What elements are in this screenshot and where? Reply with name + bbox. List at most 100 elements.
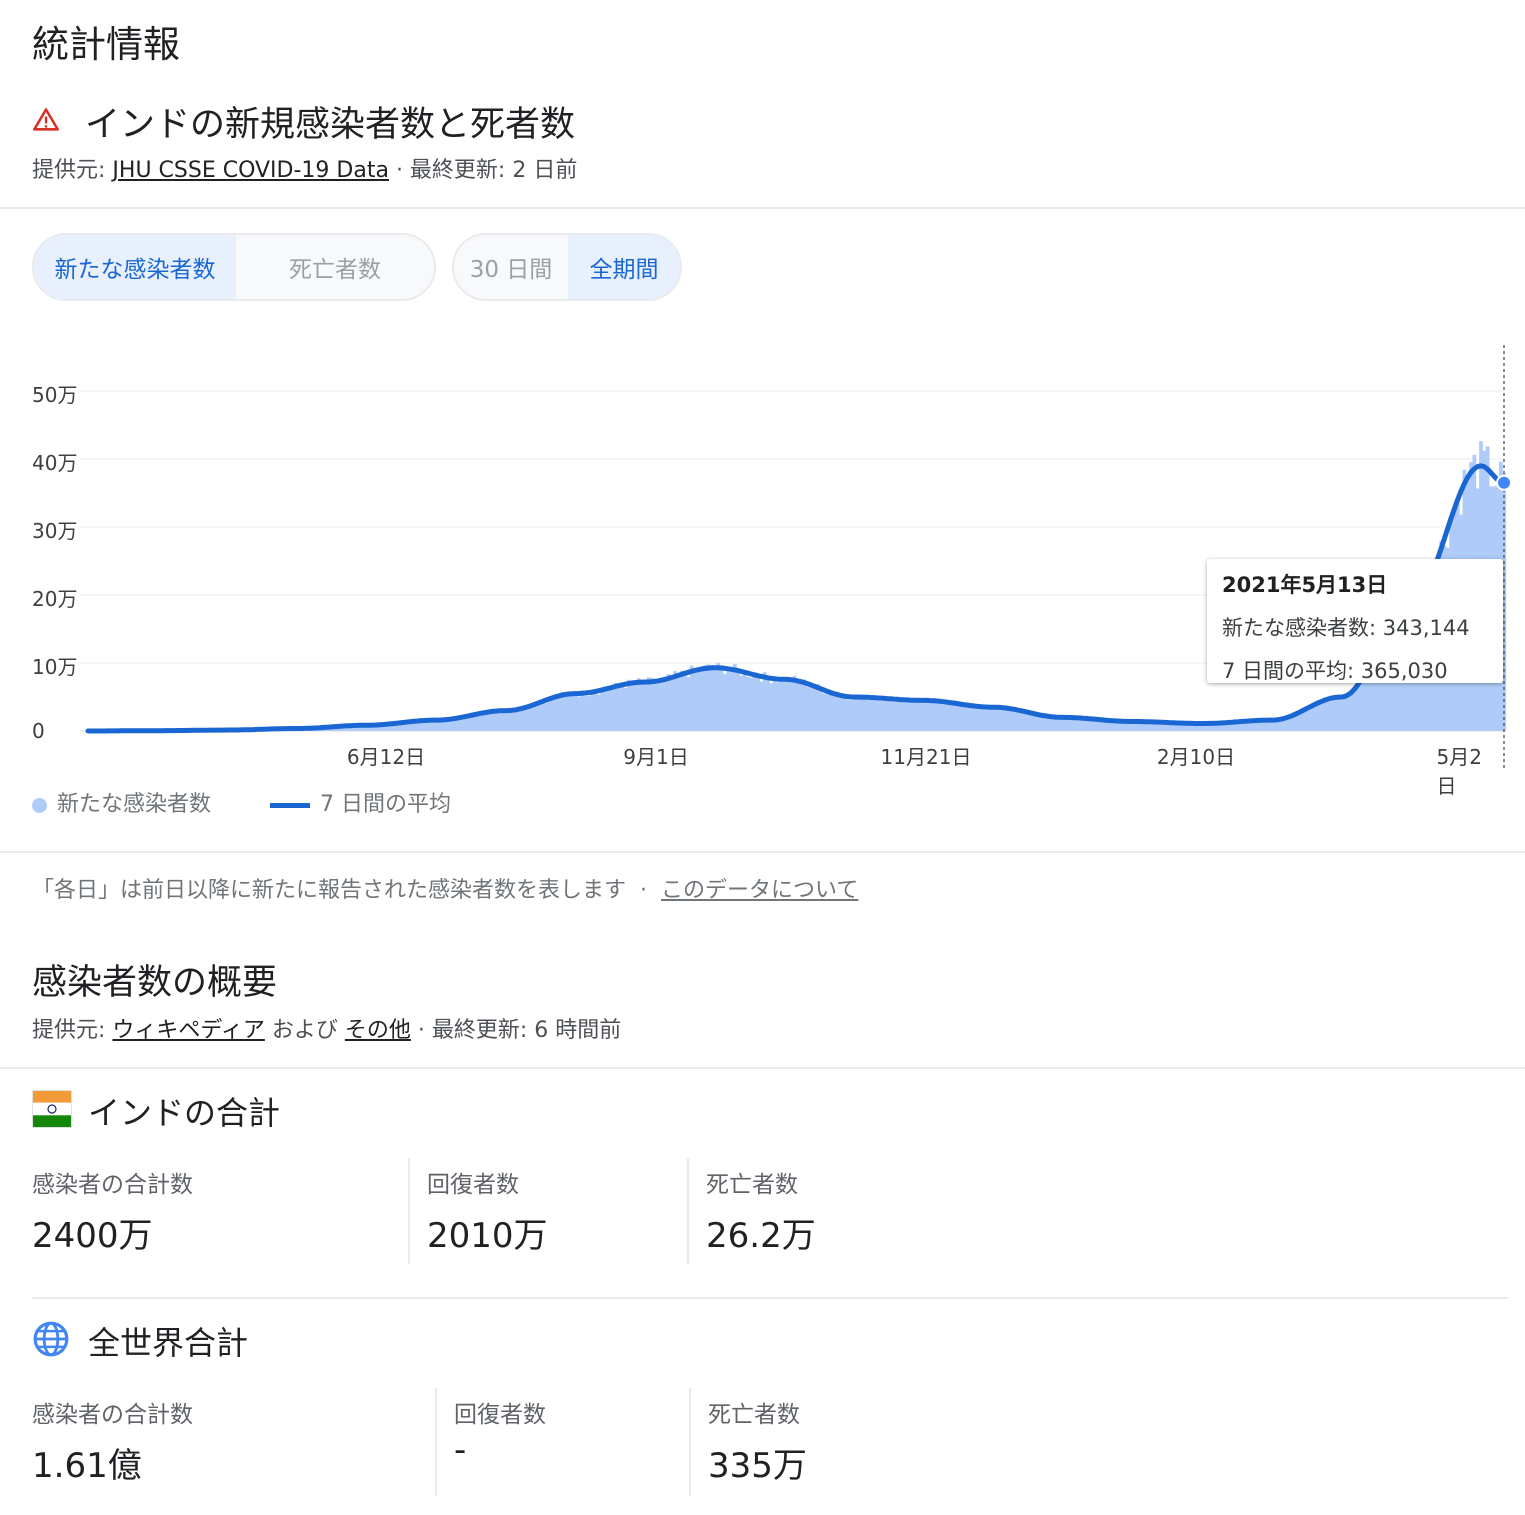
- daily-cases-bar: [971, 707, 976, 731]
- daily-cases-bar: [487, 713, 492, 731]
- source-prefix: 提供元:: [32, 158, 113, 183]
- daily-cases-bar: [941, 704, 946, 731]
- tooltip-average: 7 日間の平均: 365,030: [1222, 659, 1448, 683]
- daily-cases-bar: [965, 705, 969, 731]
- daily-cases-bar: [709, 667, 714, 731]
- daily-cases-bar: [600, 689, 605, 731]
- daily-cases-bar: [464, 717, 469, 731]
- daily-cases-bar: [849, 699, 853, 731]
- daily-cases-bar: [636, 678, 641, 731]
- wikipedia-link[interactable]: ウィキペディア: [112, 1018, 264, 1043]
- others-link[interactable]: その他: [345, 1018, 411, 1043]
- y-tick-label: 30万: [32, 519, 78, 543]
- daily-cases-bar: [484, 712, 488, 731]
- y-tick-label: 20万: [32, 587, 78, 611]
- daily-cases-bar: [669, 677, 674, 731]
- daily-cases-bar: [1303, 710, 1308, 731]
- daily-cases-bar: [862, 694, 867, 731]
- daily-cases-bar: [719, 665, 724, 731]
- daily-cases-bar: [888, 696, 893, 731]
- stat-separator: [689, 1388, 691, 1496]
- daily-cases-bar: [998, 706, 1003, 731]
- daily-cases-bar: [825, 694, 830, 731]
- daily-cases-bar: [679, 670, 684, 731]
- daily-cases-bar: [587, 695, 591, 731]
- daily-cases-bar: [620, 685, 624, 731]
- y-tick-label: 50万: [32, 383, 78, 407]
- daily-cases-bar: [1021, 712, 1026, 731]
- tab-all-time[interactable]: 全期間: [568, 235, 680, 299]
- daily-cases-bar: [898, 700, 903, 731]
- daily-cases-bar: [514, 711, 518, 731]
- daily-cases-bar: [789, 681, 794, 731]
- stat-value-total-cases: 1.61億: [32, 1446, 142, 1486]
- daily-cases-bar: [842, 697, 847, 731]
- daily-cases-bar: [935, 699, 939, 731]
- tab-new-cases[interactable]: 新たな感染者数: [34, 235, 236, 299]
- daily-cases-bar: [534, 706, 538, 731]
- daily-cases-bar: [573, 694, 578, 731]
- daily-cases-bar: [809, 686, 813, 731]
- tooltip-cases: 新たな感染者数: 343,144: [1222, 616, 1470, 640]
- daily-cases-bar: [832, 695, 837, 731]
- daily-cases-bar: [912, 700, 916, 731]
- cases-chart[interactable]: [0, 330, 1525, 780]
- daily-cases-bar: [922, 698, 926, 731]
- daily-cases-bar: [1077, 719, 1082, 731]
- x-tick-label: 6月12日: [346, 745, 426, 769]
- daily-cases-bar: [1306, 709, 1311, 731]
- daily-cases-bar: [689, 665, 694, 731]
- legend-label: 新たな感染者数: [57, 792, 212, 817]
- daily-cases-bar: [610, 687, 615, 731]
- daily-cases-bar: [590, 694, 595, 731]
- daily-cases-bar: [961, 705, 966, 731]
- tab-30-days[interactable]: 30 日間: [454, 235, 568, 299]
- daily-cases-bar: [1310, 707, 1314, 731]
- daily-cases-bar: [497, 712, 502, 731]
- stat-label-total-cases: 感染者の合計数: [32, 1402, 193, 1428]
- globe-icon: [33, 1321, 69, 1357]
- daily-cases-bar: [547, 697, 552, 731]
- alert-triangle-icon: [33, 108, 59, 131]
- daily-cases-bar: [918, 699, 923, 731]
- daily-cases-bar: [865, 699, 870, 731]
- daily-cases-bar: [1313, 706, 1318, 731]
- world-totals-title: 全世界合計: [88, 1324, 249, 1362]
- legend-item-cases: 新たな感染者数: [32, 786, 211, 818]
- daily-cases-bar: [490, 712, 495, 731]
- daily-cases-bar: [759, 681, 764, 731]
- daily-cases-bar: [782, 682, 787, 731]
- daily-cases-bar: [1014, 709, 1019, 731]
- overview-last-updated: · 最終更新: 6 時間前: [410, 1018, 622, 1043]
- daily-cases-bar: [1333, 698, 1337, 731]
- daily-cases-bar: [1266, 721, 1271, 731]
- separator-dot: ·: [640, 878, 648, 903]
- daily-cases-bar: [723, 673, 727, 731]
- about-data-link[interactable]: このデータについて: [661, 878, 858, 903]
- chart-tooltip: 2021年5月13日 新たな感染者数: 343,144 7 日間の平均: 365…: [1207, 559, 1503, 683]
- daily-cases-bar: [739, 675, 744, 731]
- daily-cases-bar: [875, 698, 880, 731]
- daily-cases-bar: [729, 669, 734, 731]
- daily-cases-bar: [1024, 712, 1029, 731]
- daily-cases-bar: [550, 698, 555, 731]
- daily-cases-bar: [676, 673, 681, 731]
- daily-cases-bar: [766, 677, 770, 731]
- tab-deaths[interactable]: 死亡者数: [236, 235, 434, 299]
- x-tick-label: 9月1日: [623, 745, 689, 769]
- last-updated: · 最終更新: 2 日前: [388, 158, 578, 183]
- daily-cases-bar: [1353, 689, 1357, 731]
- daily-cases-bar: [859, 696, 863, 731]
- divider: [0, 207, 1525, 209]
- daily-cases-bar: [736, 668, 741, 731]
- daily-cases-bar: [805, 686, 810, 731]
- daily-cases-bar: [994, 709, 999, 731]
- daily-cases-bar: [543, 703, 548, 731]
- daily-cases-bar: [878, 701, 883, 731]
- daily-cases-bar: [504, 711, 508, 731]
- stat-label-deaths: 死亡者数: [708, 1402, 800, 1428]
- daily-cases-bar: [716, 662, 721, 731]
- divider: [32, 1297, 1508, 1299]
- source-link[interactable]: JHU CSSE COVID-19 Data: [112, 158, 389, 183]
- daily-cases-bar: [742, 670, 747, 731]
